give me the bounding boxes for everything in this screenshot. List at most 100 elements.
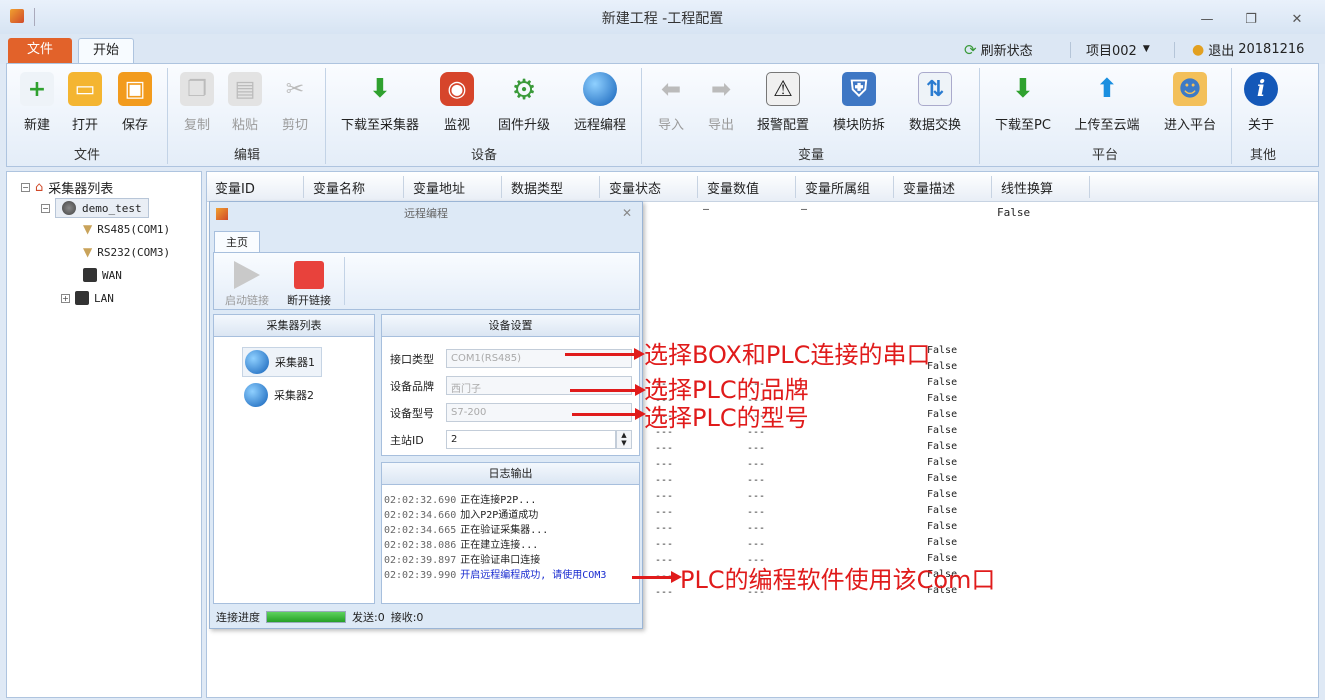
master-id-input[interactable]: 2 xyxy=(446,430,616,449)
paste-button[interactable]: ▤ 粘贴 xyxy=(223,72,267,138)
column-header[interactable]: 变量数值 xyxy=(707,178,759,197)
log-time: 02:02:32.690 xyxy=(384,495,457,506)
device-brand-select[interactable]: 西门子 xyxy=(446,376,632,395)
tree-item-rs232[interactable]: ▼ RS232(COM3) xyxy=(83,245,170,259)
date-label: 20181216 xyxy=(1238,42,1305,57)
quick-separator xyxy=(1174,42,1175,58)
cut-button[interactable]: ✂ 剪切 xyxy=(273,72,317,138)
group-label-variable: 变量 xyxy=(797,148,824,163)
info-icon: i xyxy=(1244,72,1278,106)
tree-root[interactable]: − ⌂ 采集器列表 xyxy=(21,178,113,197)
cut-label: 剪切 xyxy=(281,118,308,133)
log-line: 02:02:39.897 正在验证串口连接 xyxy=(384,551,540,566)
tab-file[interactable]: 文件 xyxy=(8,38,72,64)
column-header[interactable]: 变量状态 xyxy=(609,178,661,197)
collector-item-1[interactable]: 采集器1 xyxy=(242,347,322,377)
project-dropdown[interactable]: 项目002 ▼ xyxy=(1086,40,1150,59)
module-tamper-button[interactable]: ⛨ 模块防拆 xyxy=(825,72,893,138)
column-header[interactable]: 变量名称 xyxy=(313,178,365,197)
alarm-config-button[interactable]: ⚠ 报警配置 xyxy=(751,72,815,138)
copy-button[interactable]: ❐ 复制 xyxy=(175,72,219,138)
refresh-icon: ⟳ xyxy=(964,40,977,59)
maximize-button[interactable]: ❐ xyxy=(1240,12,1262,28)
download-arrow-icon: ⬇ xyxy=(1012,74,1034,104)
start-link-button[interactable]: 启动链接 xyxy=(222,259,272,308)
collapse-icon[interactable]: − xyxy=(21,183,30,192)
tree-item-lan[interactable]: + LAN xyxy=(61,291,114,305)
import-button[interactable]: ⬅ 导入 xyxy=(649,72,693,138)
stepper-icon[interactable]: ▲ ▼ xyxy=(616,430,632,449)
ribbon: + 新建 ▭ 打开 ▣ 保存 文件 ❐ 复制 ▤ 粘贴 ✂ 剪切 编辑 ⬇ 下载… xyxy=(6,63,1319,167)
open-button[interactable]: ▭ 打开 xyxy=(63,72,107,138)
network-icon xyxy=(83,268,97,282)
close-button[interactable]: ✕ xyxy=(1286,12,1308,28)
annotation-arrow xyxy=(570,384,646,396)
annotation-serial-port: 选择BOX和PLC连接的串口 xyxy=(644,341,931,369)
arrow-right-icon: ➡ xyxy=(710,75,732,103)
export-button[interactable]: ➡ 导出 xyxy=(699,72,743,138)
user-icon: ● xyxy=(1192,41,1205,58)
stop-link-button[interactable]: 断开链接 xyxy=(284,259,334,308)
cell-dash: --- xyxy=(655,523,674,534)
download-to-collector-button[interactable]: ⬇ 下载至采集器 xyxy=(333,72,427,138)
dialog-tab-home[interactable]: 主页 xyxy=(214,231,260,253)
home-icon: ⌂ xyxy=(35,180,44,195)
interface-type-select[interactable]: COM1(RS485) xyxy=(446,349,632,368)
log-message: 开启远程编程成功, 请使用COM3 xyxy=(460,570,607,581)
column-header[interactable]: 变量ID xyxy=(215,178,255,197)
tree-device[interactable]: − demo_test xyxy=(41,198,149,218)
upload-to-cloud-label: 上传至云端 xyxy=(1074,118,1140,133)
column-header[interactable]: 变量地址 xyxy=(413,178,465,197)
paste-label: 粘贴 xyxy=(231,118,258,133)
collapse-icon[interactable]: − xyxy=(41,203,50,213)
tab-home[interactable]: 开始 xyxy=(78,38,134,64)
data-exchange-button[interactable]: ⇅ 数据交换 xyxy=(901,72,969,138)
annotation-arrow xyxy=(572,408,646,420)
tree-item-rs485[interactable]: ▼ RS485(COM1) xyxy=(83,222,170,236)
start-link-label: 启动链接 xyxy=(225,294,269,307)
firmware-upgrade-button[interactable]: ⚙ 固件升级 xyxy=(489,72,559,138)
column-header[interactable]: 数据类型 xyxy=(511,178,563,197)
cell-bool: False xyxy=(927,489,958,500)
refresh-status-button[interactable]: ⟳ 刷新状态 xyxy=(964,40,1033,60)
cell-dash: --- xyxy=(655,507,674,518)
annotation-plc-model: 选择PLC的型号 xyxy=(644,404,809,432)
eye-icon: ◉ xyxy=(440,72,474,106)
globe-icon xyxy=(244,383,268,407)
recv-count: 接收:0 xyxy=(390,611,424,624)
import-label: 导入 xyxy=(657,118,684,133)
expand-icon[interactable]: + xyxy=(61,293,70,303)
save-button[interactable]: ▣ 保存 xyxy=(113,72,157,138)
cell-dash: --- xyxy=(655,459,674,470)
column-header[interactable]: 线性换算 xyxy=(1001,178,1053,197)
dialog-close-button[interactable]: ✕ xyxy=(622,206,632,220)
upload-to-cloud-button[interactable]: ⬆ 上传至云端 xyxy=(1067,72,1147,138)
column-divider xyxy=(795,176,796,198)
stop-link-label: 断开链接 xyxy=(287,294,331,307)
column-divider xyxy=(501,176,502,198)
logout-button[interactable]: ● 退出 20181216 xyxy=(1192,40,1305,60)
cell-group: — xyxy=(801,204,808,215)
new-button[interactable]: + 新建 xyxy=(15,72,59,138)
cell-linear: False xyxy=(997,206,1031,219)
minimize-button[interactable]: — xyxy=(1196,12,1218,28)
remote-programming-button[interactable]: 远程编程 xyxy=(567,72,633,138)
download-to-pc-button[interactable]: ⬇ 下载至PC xyxy=(987,72,1059,138)
cell-bool: False xyxy=(927,409,958,420)
column-header[interactable]: 变量所属组 xyxy=(805,178,870,197)
log-message: 加入P2P通道成功 xyxy=(460,510,539,521)
shield-icon: ⛨ xyxy=(842,72,876,106)
upload-arrow-icon: ⬆ xyxy=(1096,74,1118,104)
about-button[interactable]: i 关于 xyxy=(1239,72,1283,138)
column-header[interactable]: 变量描述 xyxy=(903,178,955,197)
save-icon: ▣ xyxy=(118,72,152,106)
collector-item-2[interactable]: 采集器2 xyxy=(244,383,314,407)
monitor-button[interactable]: ◉ 监视 xyxy=(435,72,479,138)
log-time: 02:02:39.990 xyxy=(384,570,457,581)
gear-icon: ⚙ xyxy=(511,72,537,106)
enter-platform-button[interactable]: ☻ 进入平台 xyxy=(1157,72,1223,138)
group-label-edit: 编辑 xyxy=(233,148,260,163)
log-panel: 日志输出 02:02:32.690 正在连接P2P... 02:02:34.660 加… xyxy=(381,462,640,604)
logout-label: 退出 xyxy=(1208,44,1235,59)
tree-item-wan[interactable]: WAN xyxy=(83,268,122,282)
